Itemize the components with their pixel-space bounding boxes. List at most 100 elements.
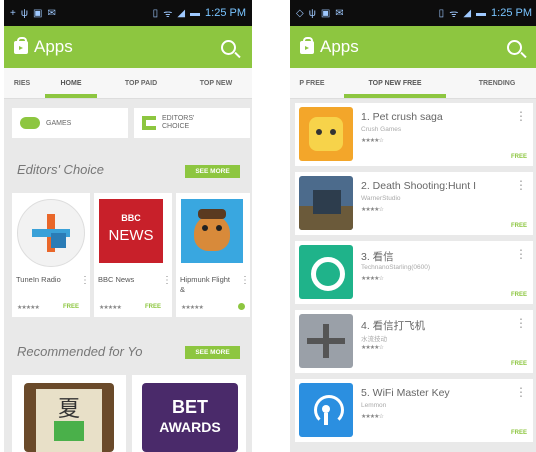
tab-top-paid[interactable]: TOP PAID (102, 68, 180, 98)
app-name: Hipmunk Flight & (180, 275, 231, 294)
overflow-menu-icon[interactable]: ⋮ (515, 385, 527, 399)
list-item[interactable]: 4. 看信打飞机 水流技动 ★★★★☆ ⋮ FREE (295, 310, 533, 373)
section-title-editors-choice: Editors' Choice (17, 162, 105, 177)
usb-icon: ψ (20, 7, 28, 19)
overflow-menu-icon[interactable]: ⋮ (515, 178, 527, 192)
tunein-logo (17, 199, 85, 267)
right-screen: ◇ ψ ▣ ✉ ▯ ᯤ ◢ ▬ 1:25 PM Apps P FREE TOP … (290, 0, 536, 452)
category-games[interactable]: GAMES (12, 108, 128, 138)
battery-icon: ▬ (476, 7, 487, 19)
hipmunk-logo (181, 199, 243, 263)
signal-icon: ◢ (463, 7, 472, 19)
app-card[interactable]: Hipmunk Flight & ⋮ ★★★★★ (176, 193, 250, 317)
list-item[interactable]: 2. Death Shooting:Hunt I WarnerStudio ★★… (295, 172, 533, 235)
signal-icon: ◢ (177, 7, 186, 19)
price-label: FREE (510, 223, 527, 229)
status-time: 1:25 PM (205, 7, 246, 19)
tab-top-free[interactable]: P FREE (290, 68, 334, 98)
list-item[interactable]: 5. WiFi Master Key Lemmon ★★★★☆ ⋮ FREE (295, 379, 533, 442)
logo-text: BET (172, 397, 208, 417)
price-label: FREE (510, 361, 527, 367)
overflow-menu-icon[interactable]: ⋮ (515, 109, 527, 123)
app-card[interactable]: 夏 (12, 375, 126, 452)
app-card[interactable]: TuneIn Radio ⋮ ★★★★★ FREE (12, 193, 90, 317)
overflow-menu-icon[interactable]: ⋮ (515, 316, 527, 330)
app-card[interactable]: BET AWARDS (132, 375, 246, 452)
category-label: GAMES (46, 119, 72, 127)
search-icon[interactable] (221, 39, 236, 55)
see-more-button[interactable]: SEE MORE (185, 346, 240, 359)
logo-text: AWARDS (159, 419, 221, 435)
app-title: Apps (320, 37, 359, 56)
app-developer: 水流技动 (361, 336, 387, 343)
rating-stars: ★★★★★ (99, 305, 122, 311)
wifi-icon: ᯤ (449, 9, 459, 20)
overflow-menu-icon[interactable]: ⋮ (162, 275, 172, 286)
app-developer: TechnanoStarling(0600) (361, 264, 431, 271)
category-label: EDITORS' CHOICE (162, 115, 195, 130)
wifi-icon: ᯤ (163, 9, 173, 20)
rating-stars: ★★★★☆ (361, 414, 384, 420)
death-shooting-icon (299, 176, 353, 230)
tab-bar: RIES HOME TOP PAID TOP NEW (4, 68, 252, 99)
mail-icon: ✉ (335, 7, 344, 19)
installed-icon (238, 303, 245, 310)
status-bar: ◇ ψ ▣ ✉ ▯ ᯤ ◢ ▬ 1:25 PM (290, 0, 536, 26)
rating-stars: ★★★★☆ (361, 138, 384, 144)
price-label: FREE (510, 154, 527, 160)
rating-stars: ★★★★★ (17, 305, 40, 311)
overflow-menu-icon[interactable]: ⋮ (240, 275, 250, 286)
status-bar: + ψ ▣ ✉ ▯ ᯤ ◢ ▬ 1:25 PM (4, 0, 252, 26)
usb-icon: ψ (308, 7, 316, 19)
location-icon: ◇ (296, 7, 304, 19)
logo-text: NEWS (108, 227, 154, 244)
logo-text: BBC (121, 213, 141, 223)
category-editors-choice[interactable]: EDITORS' CHOICE (134, 108, 250, 138)
price-label: FREE (510, 430, 527, 436)
app-glyph: 夏 (57, 397, 80, 422)
tab-top-new-free[interactable]: TOP NEW FREE (334, 68, 456, 98)
rating-stars: ★★★★☆ (361, 276, 384, 282)
app-title: 4. 看信打飞机 (361, 320, 426, 332)
section-title-recommended: Recommended for Yo (17, 344, 143, 359)
app-developer: WarnerStudio (361, 195, 401, 202)
app-title: 1. Pet crush saga (361, 111, 443, 123)
rating-stars: ★★★★☆ (361, 207, 384, 213)
price-label: FREE (63, 304, 80, 310)
mail-icon: ✉ (47, 7, 56, 19)
overflow-menu-icon[interactable]: ⋮ (515, 247, 527, 261)
see-more-button[interactable]: SEE MORE (185, 165, 240, 178)
vibrate-icon: ▯ (152, 7, 159, 19)
app-name: BBC News (98, 275, 135, 284)
battery-icon: ▬ (190, 7, 201, 19)
tab-categories[interactable]: RIES (4, 68, 40, 98)
price-label: FREE (145, 304, 162, 310)
app-developer: Crush Games (361, 126, 402, 133)
app-name: TuneIn Radio (16, 275, 61, 284)
status-time: 1:25 PM (491, 7, 532, 19)
search-icon[interactable] (507, 39, 522, 55)
rating-stars: ★★★★☆ (361, 345, 384, 351)
play-store-icon[interactable] (14, 36, 28, 54)
app-card[interactable]: BBC NEWS BBC News ⋮ ★★★★★ FREE (94, 193, 172, 317)
tab-home[interactable]: HOME (40, 68, 102, 98)
list-item[interactable]: 3. 看信 TechnanoStarling(0600) ★★★★☆ ⋮ FRE… (295, 241, 533, 304)
vibrate-icon: ▯ (438, 7, 445, 19)
app-bar: Apps (4, 26, 252, 68)
tab-trending[interactable]: TRENDING (456, 68, 536, 98)
add-icon: + (10, 7, 16, 19)
list-item[interactable]: 1. Pet crush saga Crush Games ★★★★☆ ⋮ FR… (295, 103, 533, 166)
app-title: Apps (34, 37, 73, 56)
editors-choice-icon (142, 116, 156, 130)
chat-app-icon (299, 245, 353, 299)
left-screen: + ψ ▣ ✉ ▯ ᯤ ◢ ▬ 1:25 PM Apps RIES HOME T… (4, 0, 252, 452)
plane-game-icon (299, 314, 353, 368)
play-store-icon[interactable] (300, 36, 314, 54)
tab-bar: P FREE TOP NEW FREE TRENDING (290, 68, 536, 99)
app-thumbnail: 夏 (24, 383, 114, 452)
gamepad-icon (20, 117, 40, 129)
wifi-master-key-icon (299, 383, 353, 437)
app-bar: Apps (290, 26, 536, 68)
tab-top-new[interactable]: TOP NEW (180, 68, 252, 98)
overflow-menu-icon[interactable]: ⋮ (80, 275, 90, 286)
